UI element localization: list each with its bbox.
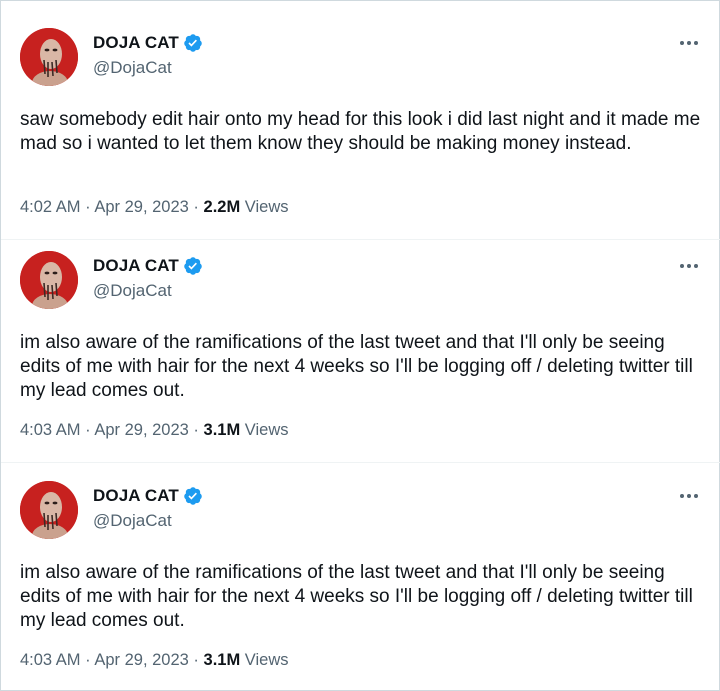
avatar[interactable]	[20, 28, 78, 86]
tweet-time[interactable]: 4:02 AM	[20, 198, 81, 216]
author-display-name[interactable]: DOJA CAT	[93, 33, 179, 53]
author-handle[interactable]: @DojaCat	[93, 511, 172, 531]
views-label: Views	[244, 651, 289, 669]
views-count: 3.1M	[203, 651, 241, 669]
tweet-text: im also aware of the ramifications of th…	[20, 562, 693, 631]
avatar-image	[20, 251, 78, 309]
tweet-3[interactable]: DOJA CAT @DojaCat im also aware of the r…	[1, 481, 720, 681]
author-handle[interactable]: @DojaCat	[93, 281, 172, 301]
meta-separator: ·	[193, 651, 199, 669]
author-name-row: DOJA CAT	[93, 485, 203, 507]
tweet-date[interactable]: Apr 29, 2023	[94, 198, 189, 216]
views-label: Views	[244, 198, 289, 216]
author-display-name[interactable]: DOJA CAT	[93, 486, 179, 506]
tweet-date[interactable]: Apr 29, 2023	[94, 651, 189, 669]
tweet-meta: 4:02 AM · Apr 29, 2023 · 2.2M Views	[20, 198, 289, 217]
meta-separator: ·	[193, 421, 199, 439]
views-count: 2.2M	[203, 198, 241, 216]
tweet-time[interactable]: 4:03 AM	[20, 651, 81, 669]
tweet-2[interactable]: DOJA CAT @DojaCat im also aware of the r…	[1, 251, 720, 451]
meta-separator: ·	[85, 198, 91, 216]
views-label: Views	[244, 421, 289, 439]
author-handle[interactable]: @DojaCat	[93, 58, 172, 78]
tweet-divider	[1, 239, 720, 240]
meta-separator: ·	[85, 651, 91, 669]
avatar[interactable]	[20, 481, 78, 539]
author-display-name[interactable]: DOJA CAT	[93, 256, 179, 276]
tweet-meta: 4:03 AM · Apr 29, 2023 · 3.1M Views	[20, 651, 289, 670]
more-options-icon[interactable]	[675, 256, 703, 276]
tweet-time[interactable]: 4:03 AM	[20, 421, 81, 439]
tweet-meta: 4:03 AM · Apr 29, 2023 · 3.1M Views	[20, 421, 289, 440]
verified-badge-icon	[184, 487, 202, 505]
views-count: 3.1M	[203, 421, 241, 439]
avatar[interactable]	[20, 251, 78, 309]
tweet-1[interactable]: DOJA CAT @DojaCat saw somebody edit hair…	[1, 28, 720, 228]
tweet-divider	[1, 462, 720, 463]
more-options-icon[interactable]	[675, 486, 703, 506]
author-name-row: DOJA CAT	[93, 255, 203, 277]
more-options-icon[interactable]	[675, 33, 703, 53]
avatar-image	[20, 28, 78, 86]
meta-separator: ·	[85, 421, 91, 439]
tweet-thread: DOJA CAT @DojaCat saw somebody edit hair…	[0, 0, 720, 691]
tweet-text: im also aware of the ramifications of th…	[20, 332, 693, 401]
verified-badge-icon	[184, 34, 202, 52]
meta-separator: ·	[193, 198, 199, 216]
author-name-row: DOJA CAT	[93, 32, 203, 54]
verified-badge-icon	[184, 257, 202, 275]
tweet-date[interactable]: Apr 29, 2023	[94, 421, 189, 439]
avatar-image	[20, 481, 78, 539]
tweet-text: saw somebody edit hair onto my head for …	[20, 109, 701, 154]
